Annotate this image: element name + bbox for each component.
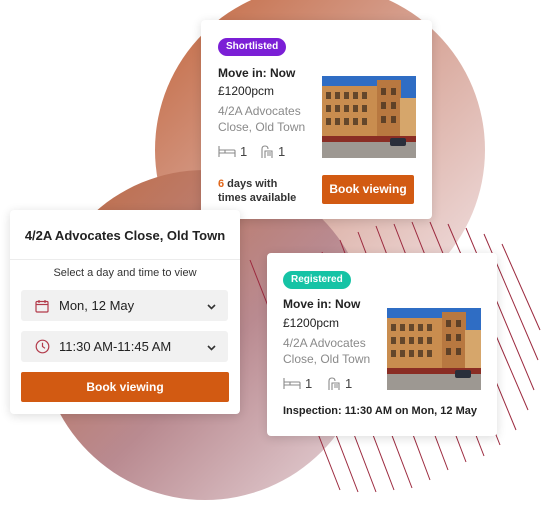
property-photo[interactable] <box>322 76 416 158</box>
registered-listing-card[interactable]: Registered Move in: Now £1200pcm 4/2A Ad… <box>267 253 497 436</box>
bedrooms-count: 1 <box>283 376 312 391</box>
bedrooms-value: 1 <box>305 376 313 391</box>
available-days-text: days with <box>224 178 278 190</box>
time-select[interactable]: 11:30 AM-11:45 AM <box>21 331 228 362</box>
address-label: 4/2A Advocates Close, Old Town <box>283 335 370 367</box>
form-prompt: Select a day and time to view <box>53 267 197 279</box>
price-label: £1200pcm <box>283 316 340 330</box>
availability-text: 6 days with times available <box>218 177 296 205</box>
address-line-1: 4/2A Advocates <box>218 104 301 118</box>
bathrooms-count: 1 <box>327 376 352 391</box>
calendar-icon <box>27 299 57 313</box>
time-value: 11:30 AM-11:45 AM <box>59 339 172 354</box>
move-in-label: Move in: Now <box>283 297 361 311</box>
shortlisted-badge: Shortlisted <box>218 38 287 56</box>
form-title: 4/2A Advocates Close, Old Town <box>24 228 226 243</box>
bathrooms-value: 1 <box>345 376 353 391</box>
move-in-label: Move in: Now <box>218 66 296 80</box>
address-line-2: Close, Old Town <box>218 120 306 134</box>
clock-icon <box>27 339 57 354</box>
shortlisted-listing-card[interactable]: Shortlisted Move in: Now £1200pcm 4/2A A… <box>201 20 432 219</box>
property-photo[interactable] <box>387 308 481 390</box>
date-value: Mon, 12 May <box>59 298 135 313</box>
booking-form-card: 4/2A Advocates Close, Old Town Select a … <box>10 210 240 414</box>
chevron-down-icon <box>207 338 216 356</box>
date-select[interactable]: Mon, 12 May <box>21 290 228 321</box>
bath-icon <box>261 144 273 158</box>
bathrooms-value: 1 <box>278 144 286 159</box>
registered-badge: Registered <box>283 271 351 289</box>
bedrooms-value: 1 <box>240 144 248 159</box>
bed-icon <box>283 378 301 389</box>
price-label: £1200pcm <box>218 84 275 98</box>
address-label: 4/2A Advocates Close, Old Town <box>218 103 305 135</box>
bed-icon <box>218 146 236 157</box>
address-line-1: 4/2A Advocates <box>283 336 366 350</box>
bedrooms-count: 1 <box>218 144 247 159</box>
book-viewing-button[interactable]: Book viewing <box>322 175 414 204</box>
bathrooms-count: 1 <box>260 144 285 159</box>
bath-icon <box>328 376 340 390</box>
divider <box>10 259 240 260</box>
chevron-down-icon <box>207 297 216 315</box>
address-line-2: Close, Old Town <box>283 352 371 366</box>
book-viewing-button[interactable]: Book viewing <box>21 372 229 402</box>
available-times-text: times available <box>218 192 297 204</box>
inspection-label: Inspection: 11:30 AM on Mon, 12 May <box>283 405 477 417</box>
